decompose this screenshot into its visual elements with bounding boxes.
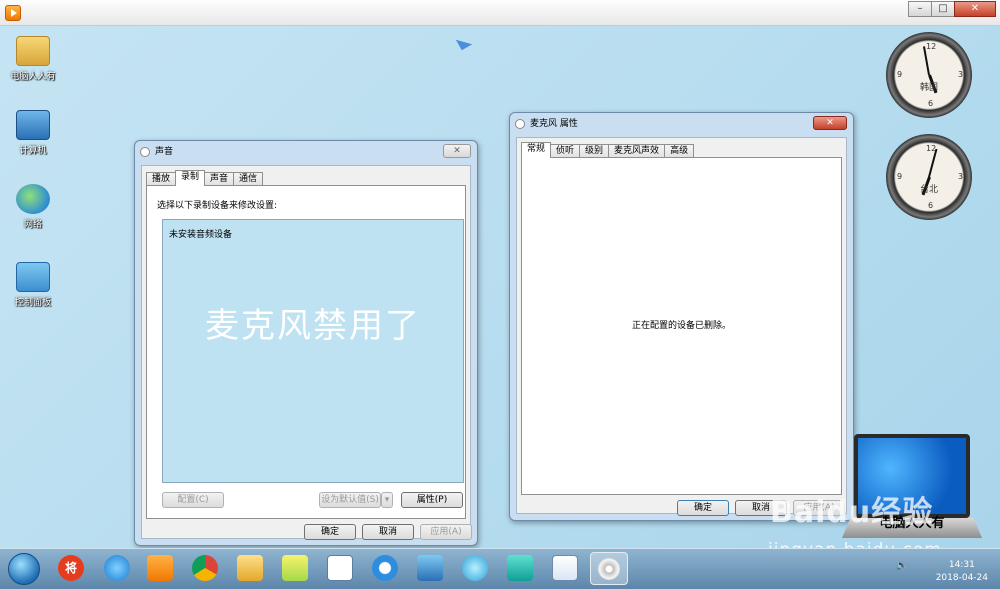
minimize-button[interactable]: – [908,1,932,17]
headset-icon[interactable] [507,555,533,581]
clock-gadget[interactable]: 12 3 6 9 韩国 [886,32,972,118]
tab-enhancements[interactable]: 麦克风声效 [608,144,666,158]
set-default-dropdown[interactable]: ▾ [381,492,393,508]
recording-panel: 选择以下录制设备来修改设置: 未安装音频设备 麦克风禁用了 配置(C) 设为默认… [146,185,466,519]
sound-dialog-body: 播放 录制 声音 通信 选择以下录制设备来修改设置: 未安装音频设备 麦克风禁用… [141,165,472,540]
close-button[interactable]: ✕ [954,1,996,17]
tray-clock[interactable]: 14:31 2018-04-24 [936,559,988,585]
general-panel: 正在配置的设备已删除。 [521,157,842,495]
paint-icon[interactable] [552,555,578,581]
outer-window-controls: – □ ✕ [908,1,996,17]
overlay-caption: 麦克风禁用了 [205,306,421,346]
ok-button[interactable]: 确定 [304,524,356,540]
desktop-icon-label: 网络 [23,220,42,230]
chrome-icon[interactable] [192,555,218,581]
mic-dialog-titlebar[interactable]: 麦克风 属性 ✕ [510,113,853,135]
recording-device-list[interactable]: 未安装音频设备 麦克风禁用了 [162,219,464,483]
refresh-icon[interactable] [462,555,488,581]
start-button[interactable] [8,553,40,585]
taskbar-app-jiang[interactable]: 将 [58,555,84,581]
baidu-watermark: Baidu经验 [770,495,934,530]
desktop-icon-label: 电脑人人有 [10,72,56,82]
system-tray: 🔈 14:31 2018-04-24 [846,553,996,587]
remote-desktop-icon[interactable] [417,555,443,581]
properties-button[interactable]: 属性(P) [401,492,463,508]
desktop-icon-label: 计算机 [19,146,47,156]
mic-dialog-body: 常规 侦听 级别 麦克风声效 高级 正在配置的设备已删除。 确定 取消 应用(A… [516,137,847,516]
tab-general[interactable]: 常规 [521,142,552,158]
mic-tabs: 常规 侦听 级别 麦克风声效 高级 [521,142,695,158]
tab-listen[interactable]: 侦听 [550,144,581,158]
tray-time: 14:31 [948,560,975,570]
taskbar: 将 IE 🔈 14:31 2018-04-24 [0,548,1000,589]
document-icon[interactable] [327,555,353,581]
desktop: 电脑人人有 计算机 网络 控制面板 12 3 6 9 韩国 12 3 6 9 台… [0,26,1000,548]
clock-city-label: 韩国 [919,83,938,93]
recording-instruction: 选择以下录制设备来修改设置: [157,201,278,211]
speaker-icon [140,147,150,157]
maximize-button[interactable]: □ [931,1,955,17]
tab-recording[interactable]: 录制 [175,170,206,186]
folder-icon[interactable] [237,555,263,581]
sound-dialog: 声音 ✕ 播放 录制 声音 通信 选择以下录制设备来修改设置: 未安装音频设备 … [134,140,478,546]
browser-icon[interactable] [372,555,398,581]
tab-communications[interactable]: 通信 [233,172,264,186]
outer-titlebar: – □ ✕ [0,0,1000,26]
cancel-button[interactable]: 取消 [362,524,414,540]
desktop-icon-label: 控制面板 [14,298,51,308]
player-app-icon [5,5,21,21]
desktop-icon-user-folder[interactable]: 电脑人人有 [0,36,68,82]
set-default-button[interactable]: 设为默认值(S) [319,492,381,508]
desktop-icon-control-panel[interactable]: 控制面板 [0,262,68,308]
desktop-icon-computer[interactable]: 计算机 [0,110,68,156]
media-player-icon[interactable] [147,555,173,581]
sound-dialog-titlebar[interactable]: 声音 ✕ [135,141,477,163]
cursor-arrow-icon [455,33,473,51]
clock-minute-hand [928,148,938,178]
tray-date: 2018-04-24 [935,573,988,583]
microphone-icon [515,119,525,129]
tab-advanced[interactable]: 高级 [664,144,695,158]
taskbar-active-disc[interactable] [590,552,628,585]
no-device-text: 未安装音频设备 [169,230,233,240]
ie-icon[interactable] [104,555,130,581]
computer-icon [16,110,50,140]
tab-levels[interactable]: 级别 [579,144,610,158]
sound-dialog-title: 声音 [155,147,174,157]
sound-tabs: 播放 录制 声音 通信 [146,170,264,186]
chevron-down-icon: ▾ [384,495,390,505]
control-panel-icon [16,262,50,292]
device-removed-message: 正在配置的设备已删除。 [631,321,731,331]
mic-dialog-title: 麦克风 属性 [530,119,578,129]
clock-city-label: 台北 [919,185,938,195]
clock-gadget[interactable]: 12 3 6 9 台北 [886,134,972,220]
tab-sounds[interactable]: 声音 [204,172,235,186]
configure-button[interactable]: 配置(C) [162,492,224,508]
sticky-notes-icon[interactable] [282,555,308,581]
sound-dialog-close-button[interactable]: ✕ [443,144,471,158]
mic-properties-dialog: 麦克风 属性 ✕ 常规 侦听 级别 麦克风声效 高级 正在配置的设备已删除。 确… [509,112,854,521]
apply-button[interactable]: 应用(A) [420,524,472,540]
network-globe-icon [16,184,50,214]
tab-playback[interactable]: 播放 [146,172,177,186]
volume-icon[interactable]: 🔈 [896,561,907,571]
ok-button[interactable]: 确定 [677,500,729,516]
user-folder-icon [16,36,50,66]
mic-dialog-close-button[interactable]: ✕ [813,116,847,130]
desktop-icon-network[interactable]: 网络 [0,184,68,230]
disc-icon [598,558,620,580]
